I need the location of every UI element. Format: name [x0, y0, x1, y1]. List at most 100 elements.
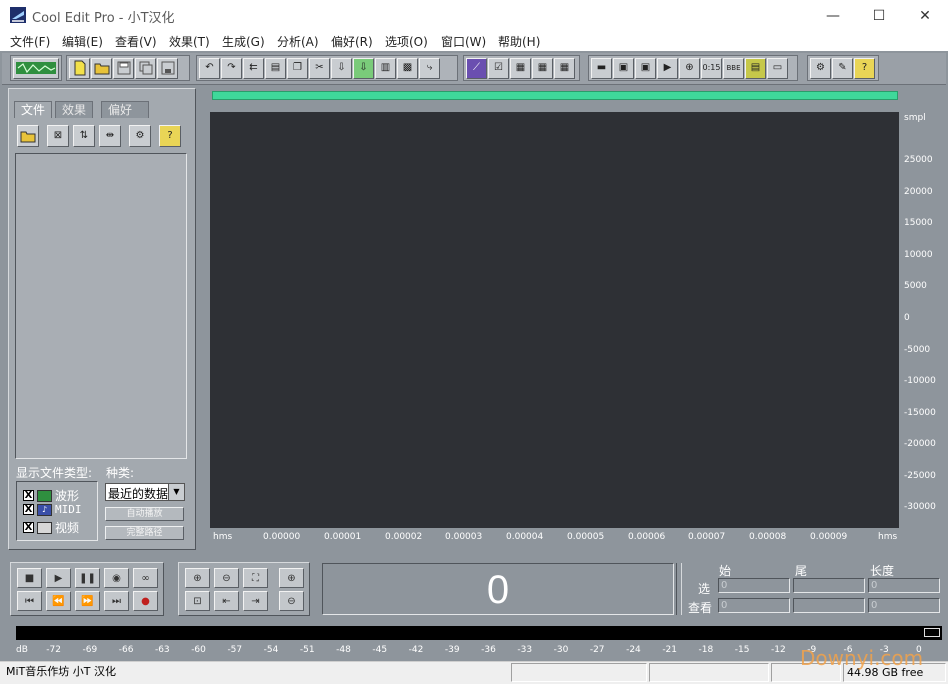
trim-icon[interactable]: ▩ [397, 57, 418, 79]
rewind-icon[interactable]: ⏪ [46, 591, 71, 611]
open-folder-icon[interactable] [17, 125, 39, 147]
playlist-icon[interactable]: ▣ [635, 57, 656, 79]
selection-end-field[interactable] [793, 578, 865, 593]
file-type-waveform[interactable]: X 波形 [23, 487, 79, 504]
copy-icon[interactable]: ❐ [287, 57, 308, 79]
zoom-selection-icon[interactable]: ⊡ [185, 591, 210, 611]
open-folder-icon[interactable] [91, 57, 112, 79]
time-window-icon[interactable]: 0:15 [701, 57, 722, 79]
organizer-window-icon[interactable]: ▬ [591, 57, 612, 79]
level-meter-bar [16, 626, 942, 640]
loop-icon[interactable]: ∞ [133, 568, 158, 588]
clip-indicator[interactable] [924, 628, 940, 637]
menu-favorites[interactable]: 偏好(R) [331, 33, 373, 50]
organizer-help-icon[interactable]: ? [159, 125, 181, 147]
cue-list-icon[interactable]: ▣ [613, 57, 634, 79]
paste-icon[interactable]: ⇩ [331, 57, 352, 79]
begin-label: 始 [719, 564, 732, 578]
multitrack-toggle-icon[interactable] [13, 57, 59, 79]
tab-effects[interactable]: 效果 [55, 101, 94, 118]
auto-play-button[interactable]: 自动播放 [105, 507, 184, 521]
close-file-icon[interactable]: ⊠ [47, 125, 69, 147]
save-all-icon[interactable] [135, 57, 156, 79]
zoom-right-icon[interactable]: ⇥ [243, 591, 268, 611]
stop-icon[interactable]: ■ [17, 568, 42, 588]
undo-icon[interactable]: ↶ [199, 57, 220, 79]
help-icon[interactable]: ? [854, 57, 875, 79]
save-icon[interactable] [113, 57, 134, 79]
zoom-full-icon[interactable]: ⛶ [243, 568, 268, 588]
menu-view[interactable]: 查看(V) [115, 33, 157, 50]
spectral-view-icon[interactable]: ⟋ [466, 57, 487, 79]
close-button[interactable]: ✕ [902, 0, 948, 31]
zoom-in-icon[interactable]: ⊕ [185, 568, 210, 588]
y-tick: 5000 [904, 281, 927, 291]
file-type-video[interactable]: X 视频 [23, 519, 79, 536]
record-icon[interactable]: ● [133, 591, 158, 611]
overview-bar[interactable] [212, 91, 898, 100]
zoom-window-icon[interactable]: ⊕ [679, 57, 700, 79]
list-view-icon[interactable]: ▦ [532, 57, 553, 79]
waveform-display[interactable] [210, 112, 899, 528]
check-icon[interactable]: ☑ [488, 57, 509, 79]
view-end-field[interactable] [793, 598, 865, 613]
x-tick: 0.00006 [628, 532, 666, 542]
menu-edit[interactable]: 编辑(E) [62, 33, 103, 50]
paste-new-icon[interactable]: ⇩ [353, 57, 374, 79]
view-length-field[interactable]: 0 [868, 598, 940, 613]
go-to-end-icon[interactable]: ⏭ [104, 591, 129, 611]
tab-favorites[interactable]: 偏好 [101, 101, 149, 118]
repeat-last-icon[interactable]: ⇇ [243, 57, 264, 79]
file-list[interactable] [15, 153, 187, 459]
play-to-end-icon[interactable]: ◉ [104, 568, 129, 588]
maximize-button[interactable]: ☐ [856, 0, 902, 31]
y-tick: 15000 [904, 218, 933, 228]
x-unit-right-label: hms [878, 532, 898, 542]
snap-icon[interactable]: ⤷ [419, 57, 440, 79]
selection-begin-field[interactable]: 0 [718, 578, 790, 593]
save-selection-icon[interactable] [157, 57, 178, 79]
menu-effects[interactable]: 效果(T) [169, 33, 210, 50]
insert-icon[interactable]: ⇅ [73, 125, 95, 147]
go-to-start-icon[interactable]: ⏮ [17, 591, 42, 611]
category-select[interactable]: 最近的数据 ▼ [105, 483, 185, 501]
chevron-down-icon[interactable]: ▼ [168, 484, 184, 500]
minimize-button[interactable]: — [810, 0, 856, 31]
menu-help[interactable]: 帮助(H) [498, 33, 540, 50]
level-meter-icon[interactable]: ▤ [745, 57, 766, 79]
settings-icon[interactable]: ⚙ [810, 57, 831, 79]
zoom-out-icon[interactable]: ⊖ [214, 568, 239, 588]
tile-view-icon[interactable]: ▦ [554, 57, 575, 79]
zoom-in-vertical-icon[interactable]: ⊕ [279, 568, 304, 588]
menu-analyze[interactable]: 分析(A) [277, 33, 319, 50]
edit-icon[interactable]: ⇹ [99, 125, 121, 147]
selection-length-field[interactable]: 0 [868, 578, 940, 593]
grid-view-icon[interactable]: ▦ [510, 57, 531, 79]
zoom-left-icon[interactable]: ⇤ [214, 591, 239, 611]
file-type-midi[interactable]: X ♪ MIDI [23, 503, 82, 516]
view-begin-field[interactable]: 0 [718, 598, 790, 613]
options-icon[interactable]: ⚙ [129, 125, 151, 147]
mix-paste-icon[interactable]: ▥ [375, 57, 396, 79]
play-window-icon[interactable]: ▶ [657, 57, 678, 79]
menu-file[interactable]: 文件(F) [10, 33, 50, 50]
new-file-icon[interactable] [69, 57, 90, 79]
cut-icon[interactable]: ✂ [309, 57, 330, 79]
menu-window[interactable]: 窗口(W) [441, 33, 486, 50]
copy-new-icon[interactable]: ▤ [265, 57, 286, 79]
script-icon[interactable]: ✎ [832, 57, 853, 79]
full-path-button[interactable]: 完整路径 [105, 526, 184, 540]
menu-options[interactable]: 选项(O) [385, 33, 428, 50]
zoom-out-vertical-icon[interactable]: ⊖ [279, 591, 304, 611]
pause-icon[interactable]: ❚❚ [75, 568, 100, 588]
status-window-icon[interactable]: ▭ [767, 57, 788, 79]
menu-generate[interactable]: 生成(G) [222, 33, 265, 50]
midi-checkbox[interactable]: X [23, 504, 34, 515]
selection-window-icon[interactable]: BBE [723, 57, 744, 79]
redo-icon[interactable]: ↷ [221, 57, 242, 79]
video-checkbox[interactable]: X [23, 522, 34, 533]
tab-file[interactable]: 文件 [14, 101, 53, 118]
waveform-checkbox[interactable]: X [23, 490, 34, 501]
fast-forward-icon[interactable]: ⏩ [75, 591, 100, 611]
play-icon[interactable]: ▶ [46, 568, 71, 588]
